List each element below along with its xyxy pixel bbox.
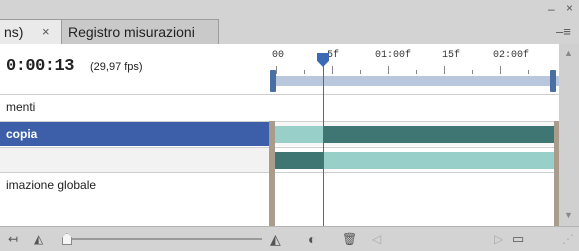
layer-duration-bar[interactable] <box>323 152 555 169</box>
scroll-left-icon[interactable]: ◁ <box>372 233 381 245</box>
scroll-right-icon[interactable]: ▷ <box>494 233 503 245</box>
work-area-bar[interactable] <box>272 76 559 86</box>
ruler-tick <box>500 66 501 74</box>
minimize-icon[interactable]: – <box>548 2 555 16</box>
work-area-end-handle[interactable] <box>550 70 556 92</box>
resize-grip-icon: ⋰ <box>562 232 574 246</box>
track-row <box>272 147 559 172</box>
layer-duration-bar[interactable] <box>272 152 323 169</box>
ruler-tick <box>444 66 445 74</box>
layer-row[interactable]: menti <box>0 94 272 119</box>
trash-icon[interactable]: 🗑 <box>342 233 357 245</box>
playhead-line <box>323 66 324 226</box>
tab-animation[interactable]: ns) × <box>0 19 63 44</box>
zoom-slider-thumb[interactable] <box>62 233 72 245</box>
close-icon[interactable]: × <box>566 1 573 15</box>
tab-strip: ns) × Registro misurazioni – × –≡ <box>0 0 579 44</box>
ruler-label: 15f <box>442 50 461 61</box>
ruler-tick <box>304 70 305 74</box>
tab-registro-misurazioni[interactable]: Registro misurazioni <box>61 19 219 44</box>
layer-list: 0:00:13 (29,97 fps) menti copia imazione… <box>0 44 272 226</box>
layer-name: imazione globale <box>6 178 97 192</box>
layer-row-selected[interactable]: copia <box>0 121 272 146</box>
playhead-icon[interactable] <box>317 53 329 67</box>
timeline-panel: ns) × Registro misurazioni – × –≡ 0:00:1… <box>0 0 579 251</box>
vertical-scrollbar[interactable]: ▲ ▼ <box>559 44 579 226</box>
layer-duration-bar[interactable] <box>323 126 555 143</box>
work-area-start-handle[interactable] <box>270 70 276 92</box>
tab-registro-label: Registro misurazioni <box>68 24 195 40</box>
track-row <box>272 172 559 197</box>
timeline-area[interactable]: 00 5f 01:00f 15f 02:00f <box>269 44 560 226</box>
nav-icon[interactable]: ↤ <box>8 233 18 245</box>
ruler-tick <box>416 70 417 74</box>
ruler-tick <box>360 70 361 74</box>
track-row <box>272 121 559 146</box>
scroll-down-icon[interactable]: ▼ <box>564 210 573 220</box>
timeline-footer: ↤ ◭ ◭ ◐ 🗑 ◁ ▷ ▭ ⋰ <box>0 226 579 251</box>
ruler-tick <box>332 66 333 74</box>
zoom-out-mountain-icon[interactable]: ◭ <box>34 233 43 245</box>
track-row <box>272 94 559 119</box>
layer-duration-bar[interactable] <box>272 126 323 143</box>
tab-close-icon[interactable]: × <box>42 20 50 44</box>
ruler-tick <box>276 66 277 74</box>
ruler-tick <box>388 66 389 74</box>
panel-menu-icon[interactable]: –≡ <box>556 24 571 39</box>
scroll-up-icon[interactable]: ▲ <box>564 48 573 58</box>
fps-readout: (29,97 fps) <box>90 61 143 73</box>
zoom-in-mountain-icon[interactable]: ◭ <box>270 232 281 246</box>
current-time-readout[interactable]: 0:00:13 <box>6 57 74 76</box>
track-start-grip[interactable] <box>269 121 275 226</box>
ruler-label: 01:00f <box>375 50 412 61</box>
tab-animation-label: ns) <box>4 24 24 40</box>
ruler-tick <box>472 70 473 74</box>
ruler-tick <box>528 70 529 74</box>
frames-icon[interactable]: ▭ <box>512 232 524 245</box>
onion-skin-icon[interactable]: ◐ <box>308 232 316 246</box>
layer-name: copia <box>6 127 38 141</box>
ruler-label: 00 <box>272 50 285 61</box>
layer-row[interactable]: imazione globale <box>0 172 272 197</box>
layer-row[interactable] <box>0 147 272 172</box>
zoom-slider-track[interactable] <box>66 238 262 240</box>
layer-name: menti <box>6 100 36 114</box>
ruler-label: 02:00f <box>493 50 530 61</box>
